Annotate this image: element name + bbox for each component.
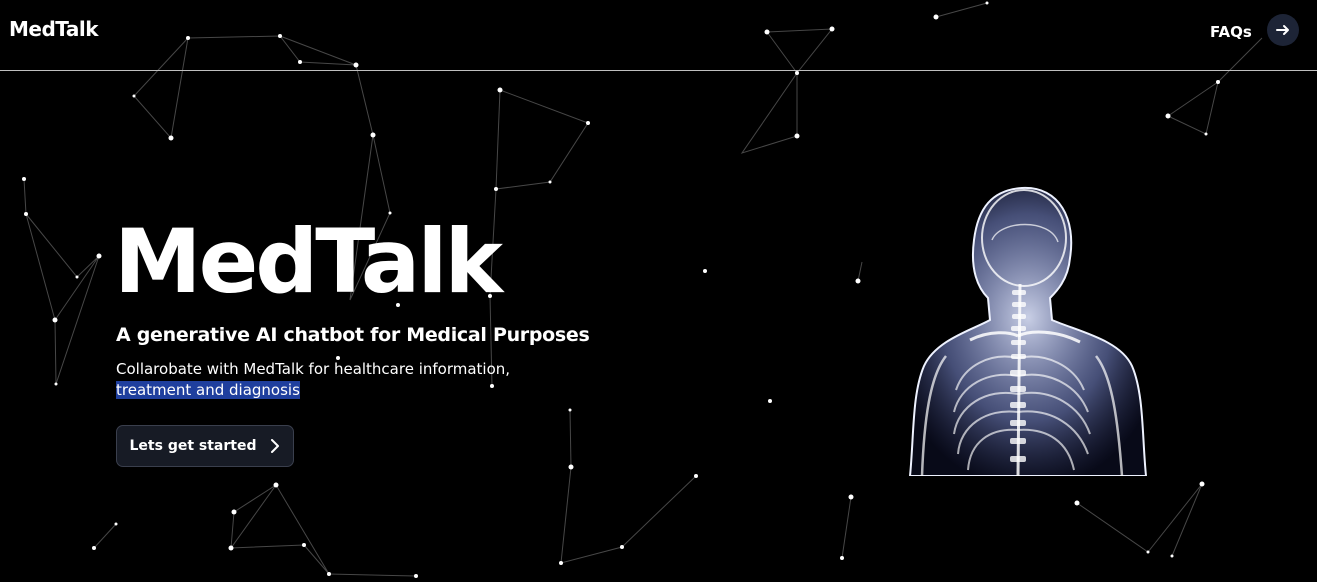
hero-title: MedTalk bbox=[114, 210, 503, 313]
faqs-link[interactable]: FAQs bbox=[1210, 23, 1252, 41]
get-started-label: Lets get started bbox=[129, 438, 257, 454]
arrow-right-icon bbox=[1276, 25, 1289, 35]
hero-subtitle: A generative AI chatbot for Medical Purp… bbox=[116, 324, 590, 346]
xray-illustration bbox=[908, 186, 1148, 476]
brand-logo[interactable]: MedTalk bbox=[9, 17, 99, 41]
hero-description-line: Collarobate with MedTalk for healthcare … bbox=[116, 360, 511, 378]
hero-description-highlight: treatment and diagnosis bbox=[116, 381, 300, 399]
nav-arrow-button[interactable] bbox=[1267, 14, 1299, 46]
top-nav: MedTalk FAQs bbox=[0, 0, 1317, 71]
chevron-right-icon bbox=[271, 439, 280, 453]
hero-description: Collarobate with MedTalk for healthcare … bbox=[116, 359, 536, 401]
get-started-button[interactable]: Lets get started bbox=[116, 425, 294, 467]
